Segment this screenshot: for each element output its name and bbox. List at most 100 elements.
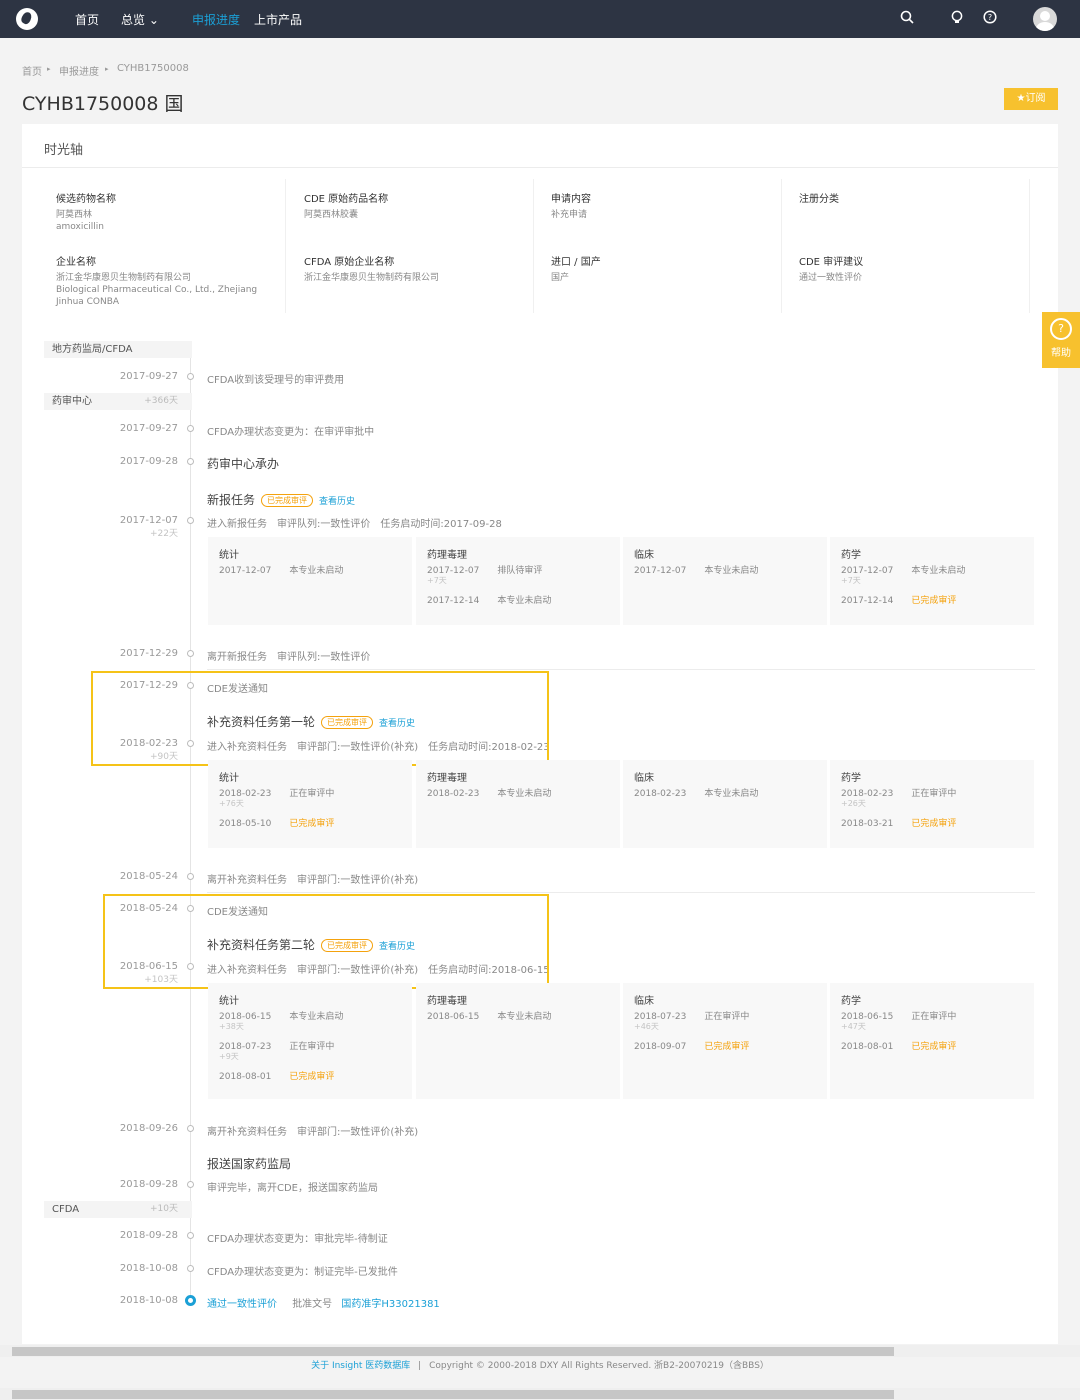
- stage-delta: +7天: [427, 576, 447, 585]
- stage-card: 药学 2018-02-23 正在审评中 +26天 2018-03-21 已完成审评: [830, 760, 1034, 848]
- stage-row: 2017-12-07 排队待审评 +7天: [427, 563, 542, 586]
- highlight-box: [103, 894, 549, 989]
- stage-date: 2018-06-15: [841, 1012, 894, 1022]
- stage-name: 药理毒理: [427, 996, 467, 1007]
- stage-date: 2018-02-23: [219, 789, 272, 799]
- divider: [22, 167, 1058, 168]
- stage-name: 统计: [219, 773, 239, 784]
- event-text: CFDA办理状态变更为：审批完毕-待制证: [207, 1234, 388, 1245]
- stage-status: 本专业未启动: [911, 566, 966, 576]
- stage-name: 临床: [634, 996, 654, 1007]
- section-label: CFDA: [52, 1204, 80, 1215]
- stage-date: 2018-03-21: [841, 819, 894, 829]
- event-date: 2018-09-26: [119, 1123, 178, 1134]
- event-date: 2018-10-08: [119, 1263, 178, 1274]
- event-title: 报送国家药监局: [207, 1157, 292, 1171]
- help-icon: ?: [1050, 318, 1072, 340]
- page-title: CYHB1750008 国: [22, 93, 184, 115]
- stage-row: 2018-08-01 已完成审评: [841, 1039, 956, 1052]
- view-history-link[interactable]: 查看历史: [319, 497, 355, 507]
- event-date: 2017-09-27: [119, 371, 178, 382]
- timeline-dot-current: [185, 1295, 196, 1306]
- stage-row: 2017-12-14 本专业未启动: [427, 593, 551, 606]
- timeline-dot: [187, 1265, 194, 1272]
- event-title: 药审中心承办: [207, 457, 280, 471]
- nav-progress[interactable]: 申报进度: [192, 11, 240, 28]
- stage-date: 2017-12-07: [634, 566, 687, 576]
- footer-copyright: Copyright © 2000-2018 DXY All Rights Res…: [429, 1361, 769, 1371]
- timeline-dot: [187, 425, 194, 432]
- stage-status: 本专业未启动: [497, 789, 552, 799]
- horizontal-scrollbar[interactable]: [12, 1347, 894, 1356]
- info-value: Biological Pharmaceutical Co., Ltd., Zhe…: [56, 285, 258, 307]
- stage-delta: +9天: [219, 1052, 239, 1061]
- stage-row: 2018-02-23 本专业未启动: [634, 786, 758, 799]
- info-value: 阿莫西林: [56, 210, 93, 220]
- section-tag: CFDA +10天: [44, 1201, 192, 1218]
- footer: 关于 Insight 医药数据库 | Copyright © 2000-2018…: [0, 1358, 1080, 1371]
- breadcrumb-home[interactable]: 首页: [22, 63, 42, 78]
- timeline-dot: [187, 373, 194, 380]
- stage-row: 2017-12-07 本专业未启动: [219, 563, 343, 576]
- section-tag: 地方药监局/CFDA: [44, 341, 192, 358]
- stage-name: 药理毒理: [427, 550, 467, 561]
- event-text: CFDA办理状态变更为：制证完毕-已发批件: [207, 1267, 398, 1278]
- approval-number-link[interactable]: 国药准字H33021381: [341, 1299, 439, 1310]
- timeline-line: [190, 342, 191, 1302]
- stage-status: 已完成审评: [911, 596, 957, 606]
- stage-date: 2017-12-14: [841, 596, 894, 606]
- nav-overview[interactable]: 总览 ⌄: [121, 11, 159, 28]
- help-button[interactable]: ? 帮助: [1042, 312, 1080, 368]
- stage-row: 2018-02-23 本专业未启动: [427, 786, 551, 799]
- timeline-dot: [187, 458, 194, 465]
- stage-card: 药理毒理 2018-02-23 本专业未启动: [416, 760, 620, 848]
- stage-row: 2017-12-07 本专业未启动: [634, 563, 758, 576]
- result-link[interactable]: 通过一致性评价: [207, 1299, 277, 1310]
- breadcrumb-current: CYHB1750008: [117, 63, 189, 74]
- stage-row: 2018-06-15 本专业未启动 +38天: [219, 1009, 343, 1032]
- section-label: 药审中心: [52, 396, 92, 407]
- info-label: 企业名称: [56, 257, 96, 268]
- horizontal-scrollbar[interactable]: [12, 1390, 894, 1399]
- stage-card: 临床 2017-12-07 本专业未启动: [623, 537, 827, 625]
- info-drug-name: 候选药物名称 阿莫西林 amoxicillin: [56, 190, 282, 233]
- stage-status: 已完成审评: [911, 1042, 957, 1052]
- stage-row: 2018-03-21 已完成审评: [841, 816, 956, 829]
- stage-date: 2018-02-23: [841, 789, 894, 799]
- section-delta: +366天: [144, 396, 178, 406]
- bulb-icon[interactable]: [948, 10, 966, 28]
- nav-products[interactable]: 上市产品: [254, 11, 302, 28]
- footer-about-link[interactable]: 关于 Insight 医药数据库: [311, 1361, 410, 1371]
- subscribe-button[interactable]: ★订阅: [1004, 88, 1058, 110]
- avatar-icon[interactable]: [1033, 7, 1057, 31]
- info-label: CFDA 原始企业名称: [304, 257, 395, 268]
- logo-icon[interactable]: [16, 8, 38, 30]
- info-company: 企业名称 浙江金华康恩贝生物制药有限公司 Biological Pharmace…: [56, 253, 284, 308]
- info-value: 浙江金华康恩贝生物制药有限公司: [304, 273, 440, 283]
- stage-status: 正在审评中: [289, 789, 335, 799]
- stage-delta: +38天: [219, 1022, 244, 1031]
- task-title: 新报任务: [207, 493, 256, 507]
- event-date: 2017-09-28: [119, 456, 178, 467]
- info-label: CDE 审评建议: [799, 257, 864, 268]
- breadcrumb-sep: ▸: [105, 65, 109, 73]
- info-cfda-company: CFDA 原始企业名称 浙江金华康恩贝生物制药有限公司: [304, 253, 530, 284]
- event-date-text: 2017-12-07: [119, 515, 178, 526]
- event-text: 进入新报任务 审评队列:一致性评价 任务启动时间:2017-09-28: [207, 519, 502, 530]
- top-navbar: 首页 总览 ⌄ 申报进度 上市产品 ?: [0, 0, 1080, 38]
- stage-date: 2018-08-01: [841, 1042, 894, 1052]
- stage-row: 2018-08-01 已完成审评: [219, 1069, 334, 1082]
- stage-delta: +76天: [219, 799, 244, 808]
- event-text: 离开补充资料任务 审评部门:一致性评价(补充): [207, 875, 419, 886]
- stage-status: 排队待审评: [497, 566, 543, 576]
- stage-status: 正在审评中: [289, 1042, 335, 1052]
- nav-home[interactable]: 首页: [75, 11, 99, 28]
- search-icon[interactable]: [898, 10, 916, 28]
- stage-card: 药学 2018-06-15 正在审评中 +47天 2018-08-01 已完成审评: [830, 983, 1034, 1099]
- stage-status: 已完成审评: [289, 1072, 335, 1082]
- breadcrumb-progress[interactable]: 申报进度: [59, 63, 99, 78]
- stage-row: 2018-02-23 正在审评中 +76天: [219, 786, 334, 809]
- stage-delta: +7天: [841, 576, 861, 585]
- question-icon[interactable]: ?: [981, 10, 999, 28]
- stage-name: 临床: [634, 773, 654, 784]
